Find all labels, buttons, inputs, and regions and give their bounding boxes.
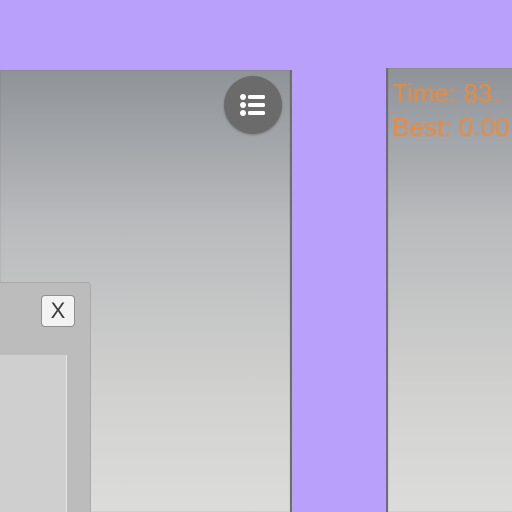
close-label: X (50, 298, 66, 323)
time-readout: Time: 83. (392, 78, 500, 108)
best-readout: Best: 0.00 (392, 112, 510, 142)
menu-button[interactable] (224, 76, 282, 134)
list-icon (239, 93, 267, 117)
dialog-content-area (0, 355, 67, 512)
dialog-panel: X (0, 282, 91, 512)
dialog-close-button[interactable]: X (41, 295, 75, 327)
game-screen: X Time: 83. Best: 0.00 (0, 0, 512, 512)
score-hud: Time: 83. Best: 0.00 (392, 76, 512, 144)
